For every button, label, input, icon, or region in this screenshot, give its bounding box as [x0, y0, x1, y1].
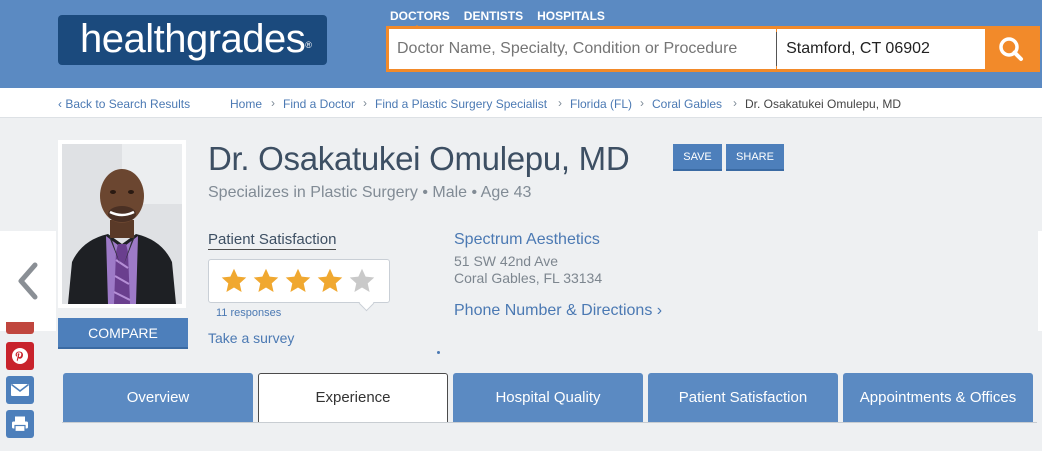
- tab-baseline: [62, 422, 1037, 423]
- previous-doctor-button[interactable]: [0, 231, 56, 331]
- star-filled-icon: [221, 268, 247, 292]
- breadcrumb-home[interactable]: Home: [230, 97, 262, 111]
- breadcrumb: ‹ Back to Search Results Home › Find a D…: [0, 88, 1042, 118]
- star-filled-icon: [317, 268, 343, 292]
- back-link-label: Back to Search Results: [65, 97, 191, 111]
- doctor-name: Dr. Osakatukei Omulepu, MD: [208, 140, 630, 177]
- breadcrumb-separator-icon: ›: [558, 96, 562, 110]
- star-empty-icon: [349, 268, 375, 292]
- tab-appointments-offices[interactable]: Appointments & Offices: [843, 373, 1033, 423]
- search-button[interactable]: [985, 29, 1037, 69]
- tab-hospital-quality[interactable]: Hospital Quality: [453, 373, 643, 423]
- decorative-dot: [437, 351, 440, 354]
- breadcrumb-find-doctor[interactable]: Find a Doctor: [283, 97, 355, 111]
- share-button[interactable]: SHARE: [726, 144, 784, 171]
- pinterest-icon: [12, 348, 28, 364]
- phone-directions-label: Phone Number & Directions: [454, 302, 653, 319]
- breadcrumb-separator-icon: ›: [363, 96, 367, 110]
- address-line-2: Coral Gables, FL 33134: [454, 270, 603, 286]
- nav-doctors[interactable]: DOCTORS: [390, 9, 450, 30]
- breadcrumb-coral-gables[interactable]: Coral Gables: [652, 97, 722, 111]
- patient-satisfaction-link[interactable]: Patient Satisfaction: [208, 231, 337, 250]
- doctor-photo: [58, 140, 186, 308]
- social-share-partial[interactable]: [6, 322, 34, 334]
- breadcrumb-current: Dr. Osakatukei Omulepu, MD: [745, 97, 902, 111]
- address-line-1: 51 SW 42nd Ave: [454, 253, 559, 269]
- search-input[interactable]: [389, 29, 777, 69]
- healthgrades-logo[interactable]: healthgrades®: [58, 15, 327, 65]
- take-survey-link[interactable]: Take a survey: [208, 330, 294, 346]
- top-nav: DOCTORS DENTISTS HOSPITALS: [390, 9, 605, 30]
- breadcrumb-florida[interactable]: Florida (FL): [570, 97, 632, 111]
- logo-registered-mark: ®: [305, 40, 312, 50]
- pinterest-share-button[interactable]: [6, 342, 34, 370]
- email-icon: [11, 383, 29, 396]
- breadcrumb-plastic-surgery[interactable]: Find a Plastic Surgery Specialist: [375, 97, 547, 111]
- search-bar: [386, 26, 1040, 72]
- save-button[interactable]: SAVE: [673, 144, 722, 171]
- chevron-left-icon: [18, 262, 38, 300]
- response-count-link[interactable]: 11 responses: [216, 307, 281, 319]
- chevron-right-icon: ›: [652, 302, 663, 319]
- tab-experience[interactable]: Experience: [258, 373, 448, 423]
- star-filled-icon: [285, 268, 311, 292]
- print-button[interactable]: [6, 410, 34, 438]
- breadcrumb-separator-icon: ›: [733, 96, 737, 110]
- back-to-search-link[interactable]: ‹ Back to Search Results: [58, 97, 190, 111]
- star-rating[interactable]: [208, 259, 390, 303]
- tab-overview[interactable]: Overview: [63, 373, 253, 423]
- logo-text: healthgrades: [80, 17, 306, 61]
- print-icon: [12, 416, 28, 433]
- tab-patient-satisfaction[interactable]: Patient Satisfaction: [648, 373, 838, 423]
- email-share-button[interactable]: [6, 376, 34, 404]
- doctor-portrait-image: [62, 144, 182, 304]
- star-filled-icon: [253, 268, 279, 292]
- doctor-specialty-summary: Specializes in Plastic Surgery • Male • …: [208, 184, 532, 201]
- phone-directions-link[interactable]: Phone Number & Directions ›: [454, 302, 662, 320]
- breadcrumb-separator-icon: ›: [271, 96, 275, 110]
- nav-hospitals[interactable]: HOSPITALS: [537, 9, 605, 23]
- location-input[interactable]: [777, 29, 986, 69]
- nav-dentists[interactable]: DENTISTS: [464, 9, 523, 23]
- next-doctor-edge[interactable]: [1038, 231, 1042, 331]
- site-header: healthgrades® DOCTORS DENTISTS HOSPITALS: [0, 0, 1042, 88]
- compare-button[interactable]: COMPARE: [58, 318, 188, 349]
- search-icon: [999, 37, 1024, 61]
- practice-name-link[interactable]: Spectrum Aesthetics: [454, 231, 600, 249]
- breadcrumb-separator-icon: ›: [640, 96, 644, 110]
